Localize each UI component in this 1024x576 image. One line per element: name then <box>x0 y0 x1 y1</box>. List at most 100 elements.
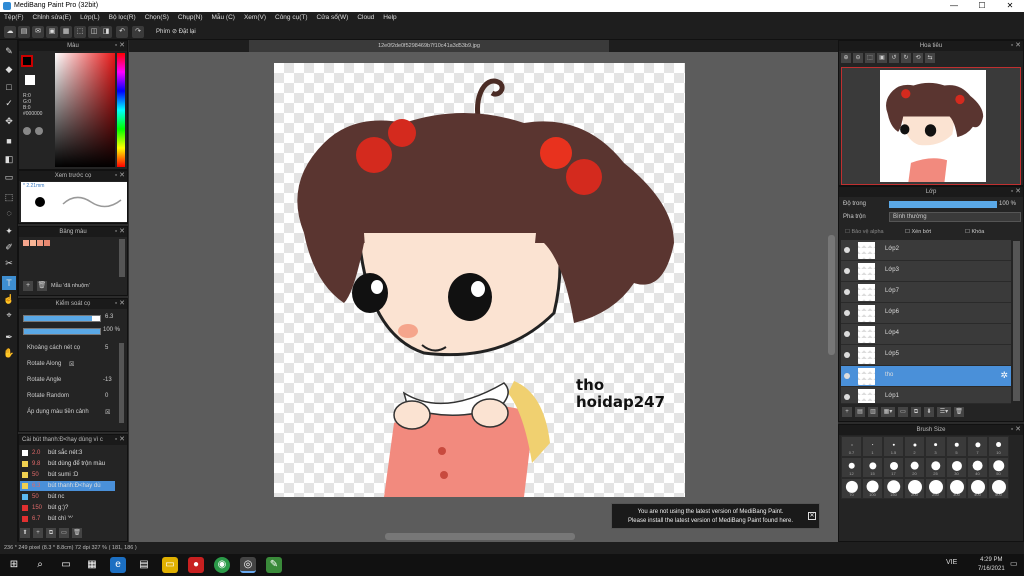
update-notification[interactable]: You are not using the latest version of … <box>611 503 820 529</box>
brush-size-cell[interactable]: 30 <box>946 457 967 478</box>
chrome-icon[interactable]: ◉ <box>214 557 230 573</box>
layer-settings-gear-icon[interactable]: ✲ <box>1000 370 1008 381</box>
reset-rotate-icon[interactable]: ⟲ <box>913 53 923 63</box>
panel-controls-icon[interactable]: ▫ ✕ <box>115 41 125 51</box>
brush-size-cell[interactable]: 40 <box>967 457 988 478</box>
medibang-icon[interactable]: ✎ <box>266 557 282 573</box>
brush-size-cell[interactable]: 5 <box>946 436 967 457</box>
brush-size-cell[interactable]: 400 <box>967 478 988 499</box>
menu-help[interactable]: Help <box>383 12 396 24</box>
brush-add-icon[interactable]: ⬆ <box>20 528 30 538</box>
canvas-horizontal-scrollbar[interactable] <box>385 533 575 540</box>
brush-size-cell[interactable]: 50 <box>988 457 1009 478</box>
spacing-value[interactable]: 5 <box>105 345 108 351</box>
snap-off-button[interactable]: ⊘ Đặt lại <box>172 27 196 37</box>
duplicate-layer-icon[interactable]: ⧉ <box>911 407 921 417</box>
save-icon[interactable]: ▣ <box>46 26 58 38</box>
magic-wand-tool-icon[interactable]: ✦ <box>2 224 16 238</box>
select-all-icon[interactable]: ⬚ <box>74 26 86 38</box>
brush-size-cell[interactable]: 15 <box>862 457 883 478</box>
check-tool-icon[interactable]: ✓ <box>2 96 16 110</box>
chrome-active-icon[interactable]: ◎ <box>240 557 256 573</box>
explorer-icon[interactable]: ▤ <box>136 557 152 573</box>
layer-row[interactable]: Lớp6 <box>841 303 1011 324</box>
menu-select[interactable]: Chọn(S) <box>145 12 169 24</box>
layer-more-icon[interactable]: ☰▾ <box>937 407 951 417</box>
protect-alpha-checkbox[interactable]: ☐ Bảo vệ alpha <box>845 229 884 235</box>
brush-size-slider[interactable] <box>23 315 101 322</box>
brush-copy-icon[interactable]: ⧉ <box>46 528 56 538</box>
panel-controls-icon[interactable]: ▫ ✕ <box>1011 41 1021 51</box>
apply-foreground-checkbox[interactable]: ☒ <box>105 409 110 416</box>
select-pen-tool-icon[interactable]: ✐ <box>2 240 16 254</box>
brush-size-cell[interactable]: 500 <box>988 478 1009 499</box>
panel-controls-icon[interactable]: ▫ ✕ <box>115 299 125 309</box>
redo-icon[interactable]: ↷ <box>132 26 144 38</box>
text-tool-icon[interactable]: T <box>2 276 16 290</box>
panel-controls-icon[interactable]: ▫ ✕ <box>1011 187 1021 197</box>
zoom-out-icon[interactable]: ⊖ <box>853 53 863 63</box>
search-icon[interactable]: ⌕ <box>32 557 48 573</box>
saturation-value-picker[interactable] <box>55 53 115 167</box>
select-eraser-tool-icon[interactable]: ✂ <box>2 256 16 270</box>
brush-size-cell[interactable]: 12 <box>841 457 862 478</box>
actual-size-icon[interactable]: ▣ <box>877 53 887 63</box>
menu-window[interactable]: Cửa sổ(W) <box>317 12 349 24</box>
grid-icon[interactable]: ▦ <box>60 26 72 38</box>
menu-layer[interactable]: Lớp(L) <box>80 12 99 24</box>
brush-size-cell[interactable]: 0.7 <box>841 436 862 457</box>
layer-folder-icon[interactable]: ▭ <box>898 407 908 417</box>
clipping-checkbox[interactable]: ☐ Xén bớt <box>905 229 931 235</box>
brush-list-item[interactable]: 9.8 bút dùng để trộn màu <box>20 459 115 469</box>
task-view-icon[interactable]: ▭ <box>58 557 74 573</box>
folder-icon[interactable]: ▭ <box>162 557 178 573</box>
fill-shape-tool-icon[interactable]: ■ <box>2 134 16 148</box>
layer-row[interactable]: Lớp3 <box>841 261 1011 282</box>
eye-icon[interactable] <box>844 268 850 274</box>
zoom-in-icon[interactable]: ⊕ <box>841 53 851 63</box>
menu-file[interactable]: Tệp(F) <box>4 12 24 24</box>
maximize-button[interactable]: ☐ <box>968 0 996 12</box>
cloud-icon[interactable]: ☁ <box>4 26 16 38</box>
palette-swatch[interactable] <box>44 240 50 246</box>
undo-icon[interactable]: ↶ <box>116 26 128 38</box>
palette-swatch[interactable] <box>30 240 36 246</box>
brush-list-item-selected[interactable]: 6.3 bút thanh:Đ<hay dù <box>20 481 115 491</box>
rotate-random-value[interactable]: 0 <box>105 393 108 399</box>
gradient-tool-icon[interactable]: ▭ <box>2 170 16 184</box>
brush-size-cell[interactable]: 25 <box>925 457 946 478</box>
brush-size-cell[interactable]: 17 <box>883 457 904 478</box>
pen-tool-icon[interactable]: ✒ <box>2 330 16 344</box>
eye-icon[interactable] <box>844 352 850 358</box>
palette-scrollbar[interactable] <box>119 239 125 277</box>
brush-size-cell[interactable]: 100 <box>862 478 883 499</box>
operation-tool-icon[interactable]: ☝ <box>2 292 16 306</box>
brush-opacity-slider[interactable] <box>23 328 101 335</box>
notification-close-icon[interactable]: ✕ <box>808 512 816 520</box>
brush-new-icon[interactable]: + <box>33 528 43 538</box>
panel-controls-icon[interactable]: ▫ ✕ <box>115 227 125 237</box>
foreground-color-swatch[interactable] <box>21 55 33 67</box>
brush-control-scrollbar[interactable] <box>119 343 124 423</box>
brush-list-item[interactable]: 50 bút nc <box>20 492 115 502</box>
brush-list-item[interactable]: 50 bút sumi :D <box>20 470 115 480</box>
layer-row[interactable]: Lớp5 <box>841 345 1011 366</box>
new-icon[interactable]: ▤ <box>18 26 30 38</box>
panel-controls-icon[interactable]: ▫ ✕ <box>1011 425 1021 435</box>
layer-row-selected[interactable]: tho ✲ <box>841 366 1011 387</box>
select-tool-icon[interactable]: ⬚ <box>2 190 16 204</box>
fit-icon[interactable]: ⬚ <box>865 53 875 63</box>
brush-size-cell[interactable]: 70 <box>841 478 862 499</box>
brush-size-cell[interactable]: 150 <box>883 478 904 499</box>
clock[interactable]: 4:29 PM 7/16/2021 <box>978 556 1005 574</box>
palette-add-icon[interactable]: + <box>23 281 33 291</box>
menu-edit[interactable]: Chỉnh sửa(E) <box>33 12 72 24</box>
move-tool-icon[interactable]: ✥ <box>2 114 16 128</box>
color-mode-icon[interactable] <box>23 127 31 135</box>
rotate-left-icon[interactable]: ↺ <box>889 53 899 63</box>
brush-size-cell[interactable]: 200 <box>904 478 925 499</box>
eye-icon[interactable] <box>844 394 850 400</box>
palette-swatch[interactable] <box>23 240 29 246</box>
brush-size-cell[interactable]: 20 <box>904 457 925 478</box>
invert-icon[interactable]: ◨ <box>100 26 112 38</box>
